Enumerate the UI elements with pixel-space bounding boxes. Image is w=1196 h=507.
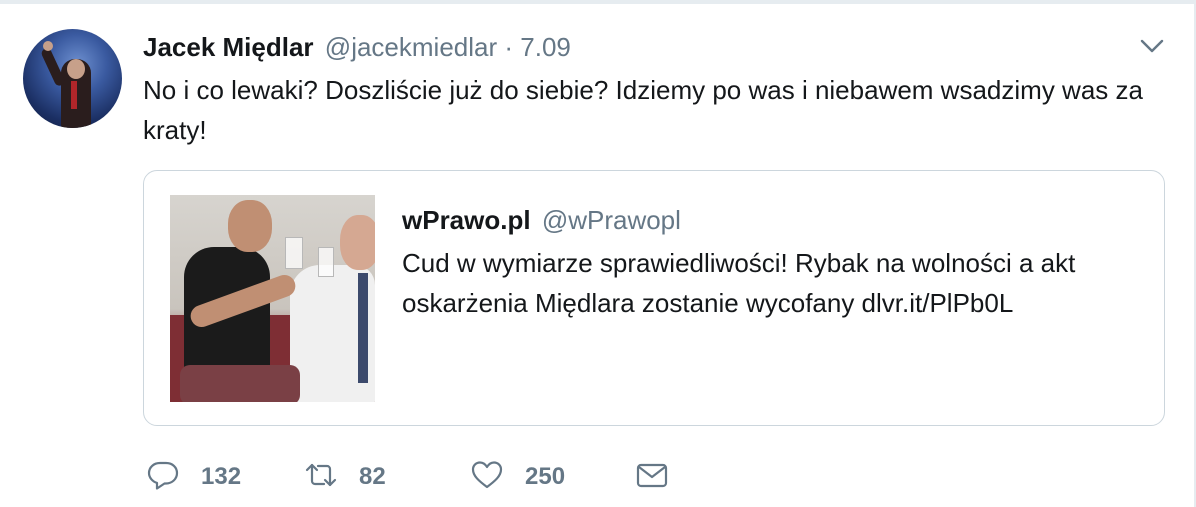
tweet-date[interactable]: 7.09 xyxy=(520,32,571,62)
avatar-scarf xyxy=(71,81,77,109)
quoted-tweet-text: Cud w wymiarze sprawiedliwości! Rybak na… xyxy=(402,248,1076,318)
tweet: Jacek Międlar @jacekmiedlar · 7.09 No i … xyxy=(0,0,1196,507)
quoted-tweet[interactable]: wPrawo.pl @wPrawopl Cud w wymiarze spraw… xyxy=(143,170,1165,426)
quoted-tweet-header: wPrawo.pl @wPrawopl xyxy=(402,203,681,237)
like-count: 250 xyxy=(525,463,566,490)
quoted-author-name[interactable]: wPrawo.pl xyxy=(402,205,531,235)
author-handle[interactable]: @jacekmiedlar xyxy=(325,32,497,62)
tweet-actions: 132 82 250 xyxy=(143,455,703,499)
avatar-hand xyxy=(43,41,53,51)
avatar[interactable] xyxy=(23,29,122,128)
reply-button[interactable]: 132 xyxy=(147,455,241,499)
heart-icon xyxy=(471,459,503,496)
avatar-head xyxy=(67,59,85,79)
reply-icon xyxy=(147,459,179,496)
like-button[interactable]: 250 xyxy=(471,455,565,499)
retweet-icon xyxy=(305,459,337,496)
tweet-header: Jacek Międlar @jacekmiedlar · 7.09 xyxy=(143,30,571,64)
chevron-down-icon[interactable] xyxy=(1138,36,1166,56)
author-name[interactable]: Jacek Międlar xyxy=(143,32,314,62)
header-separator: · xyxy=(504,32,514,62)
tweet-text: No i co lewaki? Doszliście już do siebie… xyxy=(143,75,1143,145)
quoted-author-handle[interactable]: @wPrawopl xyxy=(542,205,681,235)
retweet-count: 82 xyxy=(359,463,386,490)
direct-message-button[interactable] xyxy=(636,455,668,499)
reply-count: 132 xyxy=(201,463,242,490)
retweet-button[interactable]: 82 xyxy=(305,455,386,499)
envelope-icon xyxy=(636,459,668,496)
quoted-tweet-image xyxy=(170,195,375,402)
